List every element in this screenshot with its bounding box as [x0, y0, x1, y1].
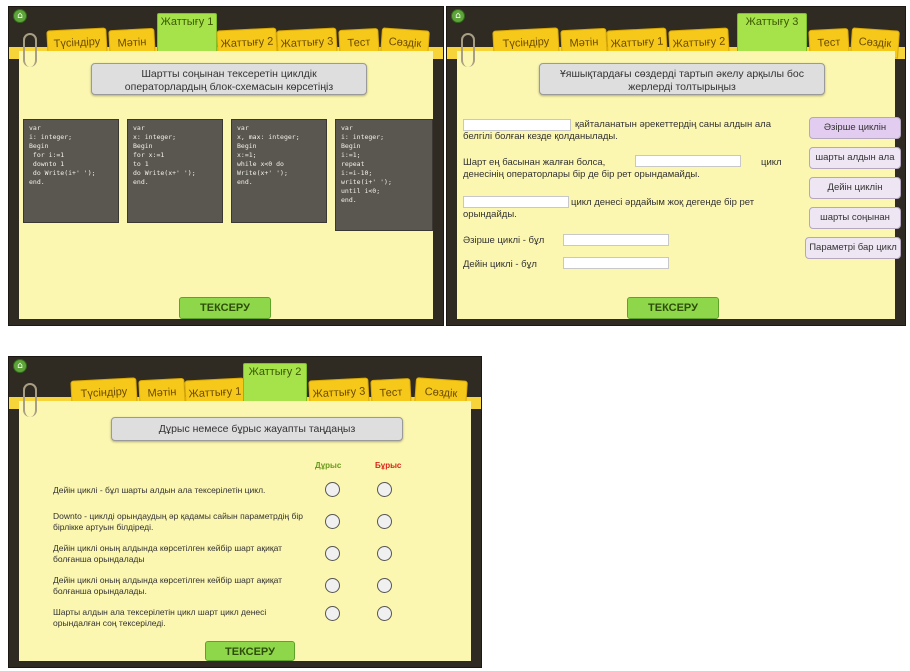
paperclip-icon — [23, 33, 37, 67]
radio-true-5[interactable] — [325, 606, 340, 621]
question-4: Дейін циклі оның алдында көрсетілген кей… — [53, 575, 283, 596]
radio-false-3[interactable] — [377, 546, 392, 561]
drop-blank-2[interactable] — [635, 155, 741, 167]
sentence-3a: цикл денесі әрдайым жоқ дегенде бір рет — [571, 197, 755, 208]
question-1: Дейін циклі - бұл шарты алдын ала тексер… — [53, 485, 266, 495]
tab-bar: Түсіндіру Мәтін Жаттығу 1 Жаттығу 2 Жатт… — [9, 7, 443, 63]
instruction-box: Дұрыс немесе бұрыс жауапты таңдаңыз — [111, 417, 403, 441]
check-button[interactable]: ТЕКСЕРУ — [179, 297, 271, 319]
radio-false-4[interactable] — [377, 578, 392, 593]
word-chip-2[interactable]: шарты алдын ала — [809, 147, 901, 169]
code-option-3[interactable]: var x, max: integer; Begin x:=1; while x… — [231, 119, 327, 223]
instruction-box: Ұяшықтардағы сөздерді тартып әкелу арқыл… — [539, 63, 825, 95]
drop-blank-1[interactable] — [463, 119, 571, 131]
sentence-1a: қайталанатын әрекеттердің саны алдын ала — [575, 119, 771, 130]
screen-3: ⌂ Түсіндіру Мәтін Жаттығу 1 Жаттығу 2 Жа… — [8, 356, 482, 668]
screen-2: ⌂ Түсіндіру Мәтін Жаттығу 1 Жаттығу 2 Жа… — [446, 6, 906, 326]
question-3: Дейін циклі оның алдында көрсетілген кей… — [53, 543, 283, 564]
word-chip-5[interactable]: Параметрі бар цикл — [805, 237, 901, 259]
sentence-3b: орындайды. — [463, 209, 517, 220]
instruction-box: Шартты соңынан тексеретін циклдік операт… — [91, 63, 367, 95]
radio-true-3[interactable] — [325, 546, 340, 561]
word-chip-3[interactable]: Дейін циклін — [809, 177, 901, 199]
drop-blank-4[interactable] — [563, 234, 669, 246]
radio-true-4[interactable] — [325, 578, 340, 593]
tab-bar: Түсіндіру Мәтін Жаттығу 1 Жаттығу 2 Жатт… — [9, 357, 481, 413]
question-5: Шарты алдын ала тексерілетін цикл шарт ц… — [53, 607, 267, 628]
page-area: Шартты соңынан тексеретін циклдік операт… — [19, 33, 433, 319]
drop-blank-3[interactable] — [463, 196, 569, 208]
paperclip-icon — [23, 383, 37, 417]
paperclip-icon — [461, 33, 475, 67]
radio-true-1[interactable] — [325, 482, 340, 497]
tab-bar: Түсіндіру Мәтін Жаттығу 1 Жаттығу 2 Жатт… — [447, 7, 905, 63]
code-option-4[interactable]: var i: integer; Begin i:=1; repeat i:=i-… — [335, 119, 433, 231]
sentence-4: Әзірше циклі - бұл — [463, 235, 545, 246]
check-button[interactable]: ТЕКСЕРУ — [627, 297, 719, 319]
check-button[interactable]: ТЕКСЕРУ — [205, 641, 295, 661]
radio-false-2[interactable] — [377, 514, 392, 529]
screen-1: ⌂ Түсіндіру Мәтін Жаттығу 1 Жаттығу 2 Жа… — [8, 6, 444, 326]
code-option-1[interactable]: var i: integer; Begin for i:=1 downto 1 … — [23, 119, 119, 223]
sentence-2c: денесінің операторлары бір де бір рет ор… — [463, 169, 700, 180]
word-chip-1[interactable]: Әзірше циклін — [809, 117, 901, 139]
code-option-2[interactable]: var x: integer; Begin for x:=1 to 1 do W… — [127, 119, 223, 223]
drop-blank-5[interactable] — [563, 257, 669, 269]
page-area: Дұрыс немесе бұрыс жауапты таңдаңыз Дұры… — [19, 383, 471, 661]
sentence-2a: Шарт ең басынан жалған болса, — [463, 157, 606, 168]
page-area: Ұяшықтардағы сөздерді тартып әкелу арқыл… — [457, 33, 901, 319]
radio-true-2[interactable] — [325, 514, 340, 529]
radio-false-1[interactable] — [377, 482, 392, 497]
false-column-head: Бұрыс — [375, 461, 402, 470]
sentence-1b: белгілі болған кезде қолданылады. — [463, 131, 618, 142]
word-chip-4[interactable]: шарты соңынан — [809, 207, 901, 229]
true-column-head: Дұрыс — [315, 461, 342, 470]
sentence-2b: цикл — [761, 157, 782, 168]
question-2: Downto - циклді орындаудың әр қадамы сай… — [53, 511, 303, 532]
sentence-5: Дейін циклі - бұл — [463, 259, 537, 270]
radio-false-5[interactable] — [377, 606, 392, 621]
